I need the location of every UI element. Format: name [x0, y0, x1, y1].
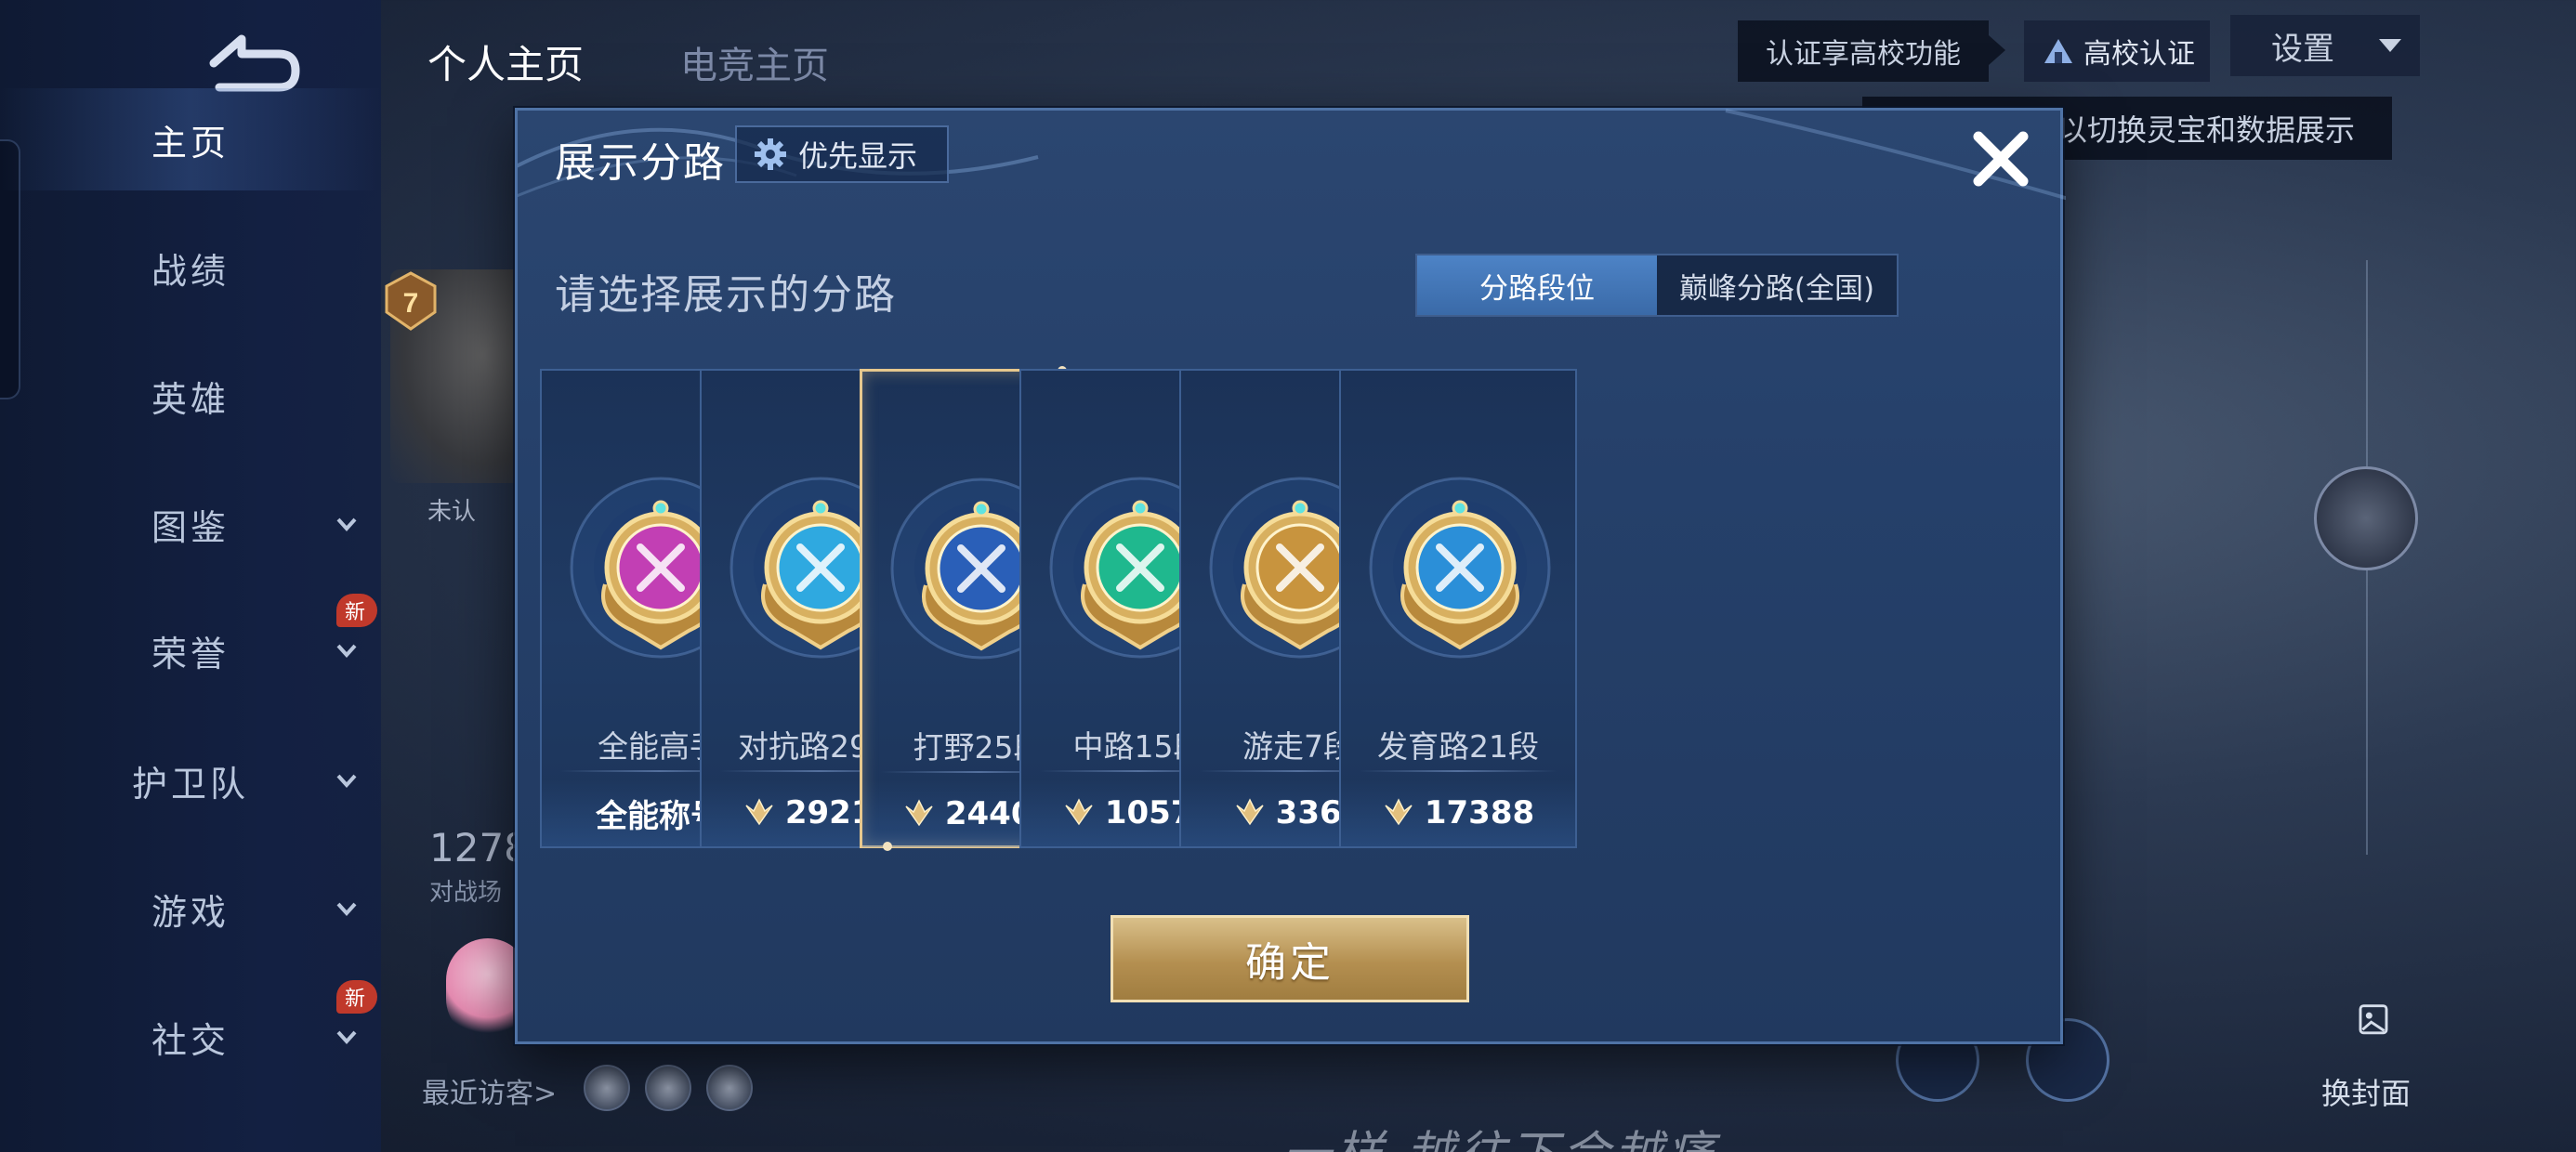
visitor-avatar[interactable] — [706, 1065, 753, 1111]
right-avatar[interactable] — [2314, 466, 2418, 570]
lane-card[interactable]: 发育路21段 17388 — [1339, 369, 1577, 848]
gear-icon — [755, 138, 786, 170]
change-cover-icon[interactable] — [2318, 1001, 2429, 1067]
lane-card-score: 17388 — [1424, 794, 1535, 831]
level-badge-number: 7 — [403, 288, 419, 319]
dialog-subtitle: 请选择展示的分路 — [555, 271, 897, 319]
lane-points-icon — [1385, 798, 1413, 826]
sidebar-item[interactable]: 游戏 — [0, 857, 381, 960]
lane-points-icon — [905, 799, 933, 827]
sidebar-item[interactable]: 主页 — [0, 88, 381, 190]
selection-sparkle — [883, 842, 892, 851]
sidebar-item-label: 游戏 — [151, 891, 230, 933]
lane-card-title: 发育路21段 — [1377, 728, 1539, 765]
priority-display-button[interactable]: 优先显示 — [735, 125, 949, 183]
campus-cert-label: 高校认证 — [2083, 38, 2195, 71]
sidebar-item[interactable]: 荣誉 新 — [0, 594, 381, 701]
chevron-down-icon — [336, 902, 357, 916]
priority-display-label: 优先显示 — [798, 138, 918, 174]
settings-dropdown[interactable]: 设置 — [2230, 15, 2420, 76]
confirm-button[interactable]: 确定 — [1111, 915, 1469, 1002]
change-cover-label[interactable]: 换封面 — [2321, 1070, 2411, 1113]
sidebar-item[interactable]: 战绩 — [0, 216, 381, 319]
lane-points-icon — [1065, 798, 1093, 826]
sidebar-item[interactable]: 护卫队 — [0, 729, 381, 831]
slogan-text: 一样 越往下会越痛 — [1282, 1115, 1718, 1152]
sidebar-item-label: 荣誉 — [151, 633, 230, 674]
chevron-down-icon — [2379, 39, 2401, 52]
sidebar-item-label: 护卫队 — [131, 763, 249, 805]
recent-visitors-link[interactable]: 最近访客> — [422, 1070, 557, 1111]
lane-display-dialog: 展示分路 优先显示 请选择展示的分路 分路段位 巅峰分路(全国) 全能高手 全能称… — [515, 108, 2066, 1044]
sidebar-item-label: 英雄 — [151, 378, 230, 420]
sidebar-item[interactable]: 英雄 — [0, 345, 381, 447]
lane-mode-switch: 分路段位 巅峰分路(全国) — [1415, 254, 1899, 317]
tab-esports-home[interactable]: 电竞主页 — [680, 35, 829, 89]
sidebar: 主页 战绩 英雄 图鉴 荣誉新护卫队 游戏 社交新 — [0, 0, 381, 1152]
visitor-avatar[interactable] — [645, 1065, 691, 1111]
sidebar-item[interactable]: 社交 新 — [0, 980, 381, 1088]
stat-label: 对战场 — [429, 879, 503, 907]
tab-lane-rank[interactable]: 分路段位 — [1417, 255, 1657, 315]
unverified-label: 未认 — [427, 498, 477, 526]
chevron-down-icon — [336, 1030, 357, 1044]
new-badge: 新 — [336, 980, 377, 1014]
sidebar-item[interactable]: 图鉴 — [0, 473, 381, 575]
new-badge: 新 — [336, 594, 377, 627]
chevron-down-icon — [336, 517, 357, 531]
sidebar-item-label: 战绩 — [151, 250, 230, 292]
cert-tip: 认证享高校功能 — [1738, 20, 1989, 82]
farm-lane-emblem-icon — [1369, 477, 1551, 659]
lane-points-icon — [1236, 798, 1264, 826]
lane-card-footer: 17388 — [1341, 779, 1575, 846]
visitor-avatar[interactable] — [584, 1065, 630, 1111]
sidebar-item-label: 社交 — [151, 1019, 230, 1061]
stat-number: 1278 — [429, 825, 529, 871]
sidebar-item-label: 图鉴 — [151, 506, 230, 548]
campus-cert-button[interactable]: 高校认证 — [2024, 20, 2210, 82]
cert-tip-arrow — [1989, 35, 2005, 65]
chevron-down-icon — [336, 774, 357, 788]
campus-icon — [2044, 39, 2072, 63]
sidebar-item-label: 主页 — [151, 122, 230, 164]
tab-personal-home[interactable]: 个人主页 — [427, 33, 584, 90]
chevron-down-icon — [336, 644, 357, 658]
tab-peak-lane[interactable]: 巅峰分路(全国) — [1657, 255, 1897, 315]
level-badge-icon: 7 — [385, 271, 437, 331]
settings-label: 设置 — [2271, 30, 2334, 68]
dialog-title: 展示分路 — [555, 139, 726, 187]
divider — [1360, 770, 1557, 772]
close-icon[interactable] — [1965, 124, 2036, 194]
lane-points-icon — [745, 798, 773, 826]
